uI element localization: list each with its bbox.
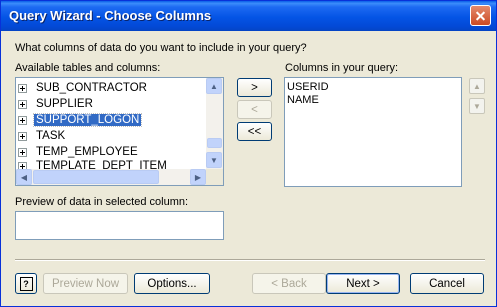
help-button[interactable]: ?	[15, 273, 37, 294]
add-column-button[interactable]: >	[237, 78, 272, 97]
expand-icon[interactable]	[18, 115, 27, 125]
list-item[interactable]: USERID	[287, 81, 329, 93]
expand-icon[interactable]	[18, 131, 27, 141]
scrollbar-corner	[206, 169, 223, 185]
options-button[interactable]: Options...	[134, 273, 210, 294]
separator	[15, 259, 485, 261]
list-item[interactable]: SUPPORT_LOGON	[18, 112, 143, 128]
expand-icon[interactable]	[18, 83, 27, 93]
window-title: Query Wizard - Choose Columns	[9, 8, 212, 23]
list-item[interactable]: TASK	[18, 128, 67, 144]
scroll-left-icon[interactable]: ◀	[16, 169, 32, 185]
close-button[interactable]	[470, 5, 491, 26]
help-icon: ?	[19, 276, 33, 291]
question-text: What columns of data do you want to incl…	[15, 42, 307, 54]
list-item[interactable]: TEMP_EMPLOYEE	[18, 144, 140, 160]
horizontal-scrollbar[interactable]: ◀ ▶	[16, 169, 206, 185]
remove-column-button[interactable]: <	[237, 100, 272, 119]
move-up-icon[interactable]: ▲	[469, 78, 485, 94]
preview-field[interactable]	[15, 211, 224, 240]
cancel-button[interactable]: Cancel	[410, 273, 484, 294]
move-down-icon[interactable]: ▼	[469, 98, 485, 114]
list-item[interactable]: NAME	[287, 94, 319, 106]
query-wizard-window: Query Wizard - Choose Columns What colum…	[0, 0, 497, 307]
list-item[interactable]: SUB_CONTRACTOR	[18, 80, 149, 96]
preview-label: Preview of data in selected column:	[15, 196, 189, 208]
list-item[interactable]: SUPPLIER	[18, 96, 95, 112]
title-bar[interactable]: Query Wizard - Choose Columns	[1, 1, 496, 31]
scroll-right-icon[interactable]: ▶	[190, 169, 206, 185]
preview-now-button[interactable]: Preview Now	[43, 273, 128, 294]
scroll-up-icon[interactable]: ▲	[206, 78, 222, 94]
back-button[interactable]: < Back	[252, 273, 326, 294]
expand-icon[interactable]	[18, 99, 27, 109]
available-tables-list[interactable]: SUB_CONTRACTOR SUPPLIER SUPPORT_LOGON TA…	[15, 77, 224, 186]
next-button[interactable]: Next >	[326, 273, 400, 294]
expand-icon[interactable]	[18, 147, 27, 157]
available-label: Available tables and columns:	[15, 62, 161, 74]
scroll-down-icon[interactable]: ▼	[206, 152, 222, 168]
vertical-scroll-thumb[interactable]	[207, 138, 222, 148]
selected-columns-list[interactable]: USERID NAME	[284, 77, 462, 187]
selected-columns-label: Columns in your query:	[285, 62, 399, 74]
remove-all-button[interactable]: <<	[237, 122, 272, 141]
horizontal-scroll-thumb[interactable]	[33, 170, 159, 184]
vertical-scrollbar[interactable]: ▲ ▼	[206, 78, 223, 169]
